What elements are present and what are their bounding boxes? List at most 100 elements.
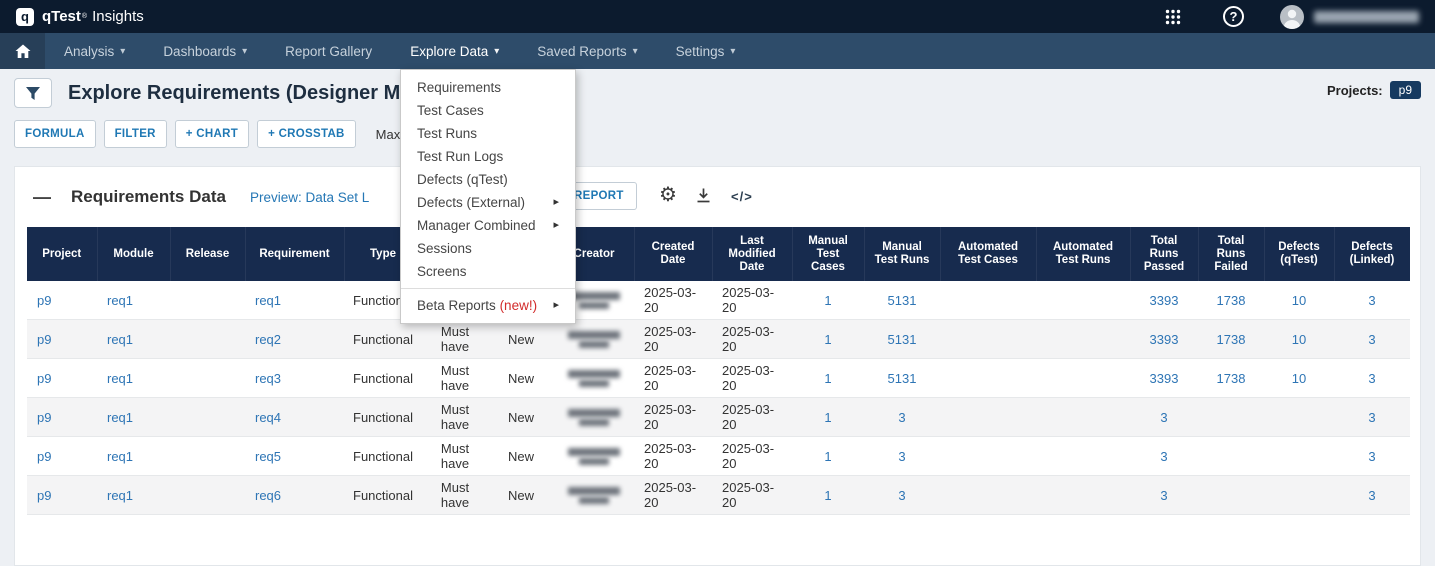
cell-link[interactable]: 5131 <box>888 332 917 347</box>
cell-link[interactable]: 1 <box>824 332 831 347</box>
column-header-automated-test-cases[interactable]: Automated Test Cases <box>940 227 1036 281</box>
cell-link[interactable]: req4 <box>255 410 281 425</box>
menu-item-test-run-logs[interactable]: Test Run Logs <box>401 145 575 168</box>
column-header-release[interactable]: Release <box>170 227 245 281</box>
cell-link[interactable]: req1 <box>255 293 281 308</box>
cell-link[interactable]: 3 <box>898 410 905 425</box>
cell-link[interactable]: p9 <box>37 371 51 386</box>
cell-link[interactable]: p9 <box>37 488 51 503</box>
column-header-total-runs-failed[interactable]: Total Runs Failed <box>1198 227 1264 281</box>
cell-link[interactable]: 1 <box>824 371 831 386</box>
menu-item-screens[interactable]: Screens <box>401 260 575 283</box>
column-header-total-runs-passed[interactable]: Total Runs Passed <box>1130 227 1198 281</box>
cell-link[interactable]: 3393 <box>1150 332 1179 347</box>
nav-item-report-gallery[interactable]: Report Gallery <box>266 33 391 69</box>
menu-item-test-runs[interactable]: Test Runs <box>401 122 575 145</box>
cell-link[interactable]: req1 <box>107 449 133 464</box>
menu-item-defects-qtest[interactable]: Defects (qTest) <box>401 168 575 191</box>
cell-link[interactable]: 3 <box>1160 488 1167 503</box>
cell-text <box>170 359 245 398</box>
nav-item-settings[interactable]: Settings▾ <box>657 33 755 69</box>
column-header-requirement[interactable]: Requirement <box>245 227 344 281</box>
column-header-automated-test-runs[interactable]: Automated Test Runs <box>1036 227 1130 281</box>
cell-link[interactable]: p9 <box>37 332 51 347</box>
cell-link[interactable]: 3 <box>1160 449 1167 464</box>
column-header-manual-test-cases[interactable]: Manual Test Cases <box>792 227 864 281</box>
column-header-defects-qtest[interactable]: Defects (qTest) <box>1264 227 1334 281</box>
column-header-last-modified-date[interactable]: Last Modified Date <box>712 227 792 281</box>
preview-dataset-link[interactable]: Preview: Data Set L <box>250 190 369 205</box>
menu-item-defects-external[interactable]: Defects (External)▸ <box>401 191 575 214</box>
cell-link[interactable]: req5 <box>255 449 281 464</box>
cell-text: New <box>488 437 554 476</box>
cell-link[interactable]: p9 <box>37 449 51 464</box>
cell-link[interactable]: 10 <box>1292 332 1306 347</box>
cell-link[interactable]: 5131 <box>888 371 917 386</box>
cell-link[interactable]: 1738 <box>1217 371 1246 386</box>
cell-link[interactable]: 1738 <box>1217 332 1246 347</box>
cell-link[interactable]: 3 <box>1368 488 1375 503</box>
avatar[interactable] <box>1280 5 1304 29</box>
cell-link[interactable]: 3393 <box>1150 293 1179 308</box>
cell-link[interactable]: req1 <box>107 410 133 425</box>
cell-link[interactable]: req1 <box>107 293 133 308</box>
project-badge[interactable]: p9 <box>1390 81 1421 99</box>
cell-text: 2025-03-20 <box>712 281 792 320</box>
cell-text: 2025-03-20 <box>712 320 792 359</box>
cell-link[interactable]: req2 <box>255 332 281 347</box>
cell-link[interactable]: 3 <box>898 449 905 464</box>
cell-link[interactable]: req1 <box>107 488 133 503</box>
cell-link[interactable]: 5131 <box>888 293 917 308</box>
filter-panel-button[interactable] <box>14 78 52 108</box>
cell-link[interactable]: req3 <box>255 371 281 386</box>
chart-button[interactable]: + CHART <box>175 120 249 148</box>
cell-link[interactable]: 3 <box>898 488 905 503</box>
cell-link[interactable]: 1 <box>824 293 831 308</box>
column-header-manual-test-runs[interactable]: Manual Test Runs <box>864 227 940 281</box>
cell-link[interactable]: 3393 <box>1150 371 1179 386</box>
nav-item-analysis[interactable]: Analysis▾ <box>45 33 144 69</box>
cell-link[interactable]: 10 <box>1292 371 1306 386</box>
column-header-defects-linked[interactable]: Defects (Linked) <box>1334 227 1410 281</box>
menu-item-test-cases[interactable]: Test Cases <box>401 99 575 122</box>
download-icon[interactable] <box>695 187 712 209</box>
cell-link[interactable]: 1 <box>824 449 831 464</box>
submenu-arrow-icon: ▸ <box>553 297 559 314</box>
help-icon[interactable]: ? <box>1223 6 1244 27</box>
menu-item-sessions[interactable]: Sessions <box>401 237 575 260</box>
column-header-created-date[interactable]: Created Date <box>634 227 712 281</box>
cell-link[interactable]: req6 <box>255 488 281 503</box>
cell-link[interactable]: p9 <box>37 410 51 425</box>
cell-link[interactable]: 3 <box>1368 332 1375 347</box>
settings-gear-icon[interactable]: ⚙ <box>659 182 677 207</box>
collapse-panel-button[interactable]: — <box>33 187 51 208</box>
menu-item-label: Test Run Logs <box>417 148 503 165</box>
app-grid-icon[interactable] <box>1165 9 1181 25</box>
cell-link[interactable]: 3 <box>1368 371 1375 386</box>
cell-link[interactable]: 3 <box>1160 410 1167 425</box>
crosstab-button[interactable]: + CROSSTAB <box>257 120 356 148</box>
nav-item-saved-reports[interactable]: Saved Reports▾ <box>518 33 656 69</box>
cell-link[interactable]: req1 <box>107 371 133 386</box>
cell-link[interactable]: 10 <box>1292 293 1306 308</box>
filter-button[interactable]: FILTER <box>104 120 167 148</box>
menu-item-beta-reports[interactable]: Beta Reports (new!) ▸ <box>401 294 575 317</box>
column-header-module[interactable]: Module <box>97 227 170 281</box>
home-button[interactable] <box>0 33 45 69</box>
embed-code-icon[interactable]: </> <box>731 189 753 204</box>
menu-item-requirements[interactable]: Requirements <box>401 76 575 99</box>
cell-link[interactable]: 1 <box>824 488 831 503</box>
cell-link[interactable]: 3 <box>1368 293 1375 308</box>
cell-link[interactable]: 1 <box>824 410 831 425</box>
nav-item-dashboards[interactable]: Dashboards▾ <box>144 33 266 69</box>
column-header-project[interactable]: Project <box>27 227 97 281</box>
nav-item-explore-data[interactable]: Explore Data▾ <box>391 33 518 69</box>
cell-link[interactable]: req1 <box>107 332 133 347</box>
formula-button[interactable]: FORMULA <box>14 120 96 148</box>
cell-link[interactable]: 1738 <box>1217 293 1246 308</box>
cell-link[interactable]: 3 <box>1368 410 1375 425</box>
cell-link[interactable]: 3 <box>1368 449 1375 464</box>
menu-item-manager-combined[interactable]: Manager Combined▸ <box>401 214 575 237</box>
cell-link[interactable]: p9 <box>37 293 51 308</box>
cell-text: 2025-03-20 <box>634 320 712 359</box>
